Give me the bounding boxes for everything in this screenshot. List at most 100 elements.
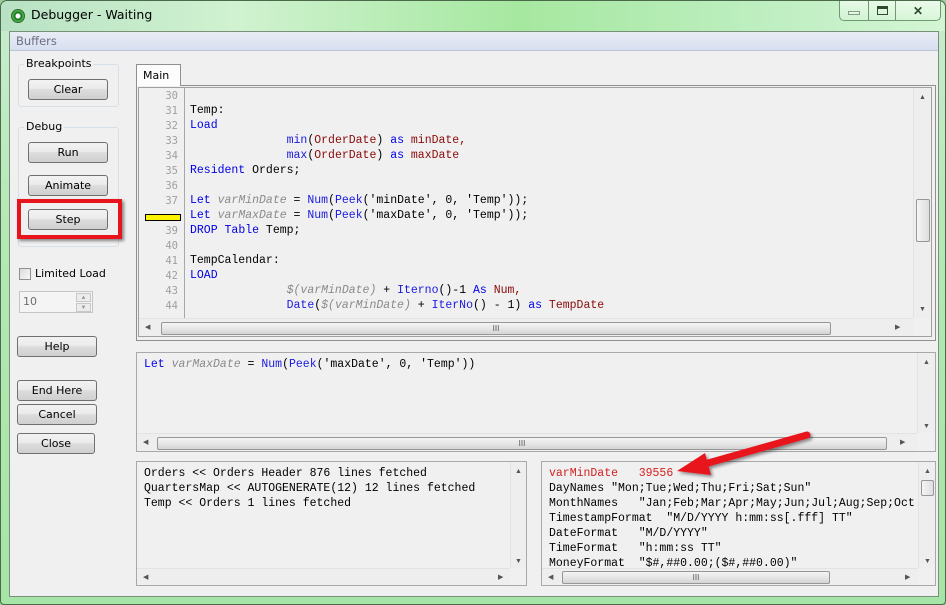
code-token: max (286, 149, 308, 162)
scroll-up-icon[interactable]: ▲ (923, 359, 930, 366)
code-token: = (286, 194, 308, 207)
variable-row[interactable]: DateFormat "M/D/YYYY" (549, 527, 708, 540)
code-token: as (390, 134, 404, 147)
editor-vertical-scrollbar[interactable]: ▲ ▼ (913, 88, 931, 318)
close-button[interactable]: Close (17, 433, 95, 454)
log-vertical-scrollbar[interactable]: ▲ ▼ (510, 462, 526, 568)
code-token: Peek (334, 209, 363, 222)
code-token: + (410, 299, 432, 312)
tab-main[interactable]: Main (136, 64, 181, 86)
scroll-up-icon[interactable]: ▲ (919, 94, 926, 101)
scroll-left-icon[interactable]: ◀ (548, 574, 553, 581)
code-token: ) (376, 134, 391, 147)
spin-up-arrow-icon[interactable]: ▲ (76, 293, 91, 302)
menu-buffers[interactable]: Buffers (16, 34, 57, 48)
code-line[interactable]: Let varMaxDate = Num(Peek('maxDate', 0, … (190, 209, 528, 224)
code-line[interactable]: min(OrderDate) as minDate, (190, 134, 467, 149)
load-log-panel: Orders << Orders Header 876 lines fetche… (136, 461, 527, 586)
code-token: LOAD (190, 269, 218, 282)
script-tab-pane: 30 31 32 33 34 35 36 37 39 40 41 42 43 44 Temp: Load m… (136, 85, 936, 341)
variables-vertical-scrollbar[interactable]: ▲ ▼ (918, 462, 935, 568)
code-line[interactable]: max(OrderDate) as maxDate (190, 149, 460, 164)
code-token: varMaxDate (171, 358, 241, 371)
code-token: Num (261, 358, 283, 371)
scroll-left-icon[interactable]: ◀ (143, 574, 148, 581)
code-line[interactable]: TempCalendar: (190, 254, 280, 269)
code-line[interactable]: LOAD (190, 269, 218, 284)
scroll-up-icon[interactable]: ▲ (515, 468, 522, 475)
code-line[interactable]: Resident Orders; (190, 164, 300, 179)
code-line[interactable]: Temp: (190, 104, 225, 119)
cancel-button[interactable]: Cancel (17, 404, 97, 425)
scroll-down-icon[interactable]: ▼ (515, 558, 522, 565)
step-highlight-annotation (17, 199, 122, 239)
line-number: 39 (165, 225, 178, 237)
code-token: () - 1) (473, 299, 529, 312)
variables-horizontal-scrollbar[interactable]: ◀ III ▶ (542, 568, 918, 585)
code-token: Let (190, 209, 211, 222)
close-window-button[interactable]: ✕ (895, 1, 940, 20)
limited-load-spinner[interactable]: 10 ▲ ▼ (19, 291, 93, 313)
code-token: + (376, 284, 398, 297)
scroll-up-icon[interactable]: ▲ (924, 468, 931, 475)
scroll-left-icon[interactable]: ◀ (143, 439, 148, 446)
scroll-down-icon[interactable]: ▼ (919, 306, 926, 313)
variables-vscroll-thumb[interactable] (921, 480, 934, 496)
limited-load-label[interactable]: Limited Load (35, 267, 106, 280)
debug-label: Debug (24, 120, 65, 133)
script-editor[interactable]: 30 31 32 33 34 35 36 37 39 40 41 42 43 44 Temp: Load m… (138, 87, 932, 337)
variables-hscroll-thumb[interactable]: III (562, 571, 830, 584)
minimize-button[interactable] (840, 1, 868, 20)
scroll-right-icon[interactable]: ▶ (498, 574, 503, 581)
minimize-icon (848, 10, 860, 15)
code-token: Resident (190, 164, 246, 177)
scroll-left-icon[interactable]: ◀ (145, 324, 150, 331)
code-token: Temp; (259, 224, 301, 237)
limited-load-value[interactable]: 10 (23, 295, 37, 308)
help-button[interactable]: Help (17, 336, 97, 357)
scroll-down-icon[interactable]: ▼ (924, 558, 931, 565)
line-number: 41 (165, 255, 178, 267)
clear-breakpoints-button[interactable]: Clear (28, 79, 108, 100)
line-number: 35 (165, 165, 178, 177)
variable-row[interactable]: MonthNames "Jan;Feb;Mar;Apr;May;Jun;Jul;… (549, 497, 915, 510)
run-button[interactable]: Run (28, 142, 108, 163)
statement-hscroll-thumb[interactable]: III (157, 437, 887, 450)
window-title: Debugger - Waiting (31, 7, 153, 22)
title-bar[interactable]: Debugger - Waiting ✕ (1, 1, 945, 31)
spin-down-arrow-icon[interactable]: ▼ (76, 303, 91, 312)
scroll-right-icon[interactable]: ▶ (905, 574, 910, 581)
maximize-icon (876, 6, 888, 15)
variable-row[interactable]: TimeFormat "h:mm:ss TT" (549, 542, 722, 555)
code-token: TempCalendar: (190, 254, 280, 267)
log-horizontal-scrollbar[interactable]: ◀ ▶ (137, 568, 510, 585)
log-line: Temp << Orders 1 lines fetched (144, 497, 352, 510)
editor-hscroll-thumb[interactable]: III (161, 322, 831, 335)
code-line[interactable]: Load (190, 119, 218, 134)
variable-row[interactable]: TimestampFormat "M/D/YYYY h:mm:ss[.fff] … (549, 512, 853, 525)
close-icon: ✕ (912, 3, 924, 18)
maximize-button[interactable] (868, 1, 895, 20)
editor-vscroll-thumb[interactable] (916, 199, 930, 242)
scroll-right-icon[interactable]: ▶ (900, 439, 905, 446)
code-token: as (390, 149, 404, 162)
code-line[interactable]: DROP Table Temp; (190, 224, 300, 239)
code-line[interactable]: $(varMinDate) + Iterno()-1 As Num, (190, 284, 522, 299)
scroll-down-icon[interactable]: ▼ (923, 423, 930, 430)
limited-load-checkbox[interactable] (19, 268, 31, 280)
statement-vertical-scrollbar[interactable]: ▲ ▼ (917, 353, 935, 433)
scroll-right-icon[interactable]: ▶ (895, 324, 900, 331)
end-here-button[interactable]: End Here (17, 380, 97, 401)
code-line[interactable]: Date($(varMinDate) + IterNo() - 1) as Te… (190, 299, 605, 314)
animate-button[interactable]: Animate (28, 175, 108, 196)
variable-row-highlighted[interactable]: varMinDate 39556 (549, 467, 673, 480)
variable-row[interactable]: DayNames "Mon;Tue;Wed;Thu;Fri;Sat;Sun" (549, 482, 811, 495)
editor-horizontal-scrollbar[interactable]: ◀ III ▶ (139, 318, 913, 336)
window-controls: ✕ (839, 1, 941, 21)
statement-horizontal-scrollbar[interactable]: ◀ III ▶ (137, 433, 917, 451)
code-line[interactable]: Let varMinDate = Num(Peek('minDate', 0, … (190, 194, 528, 209)
